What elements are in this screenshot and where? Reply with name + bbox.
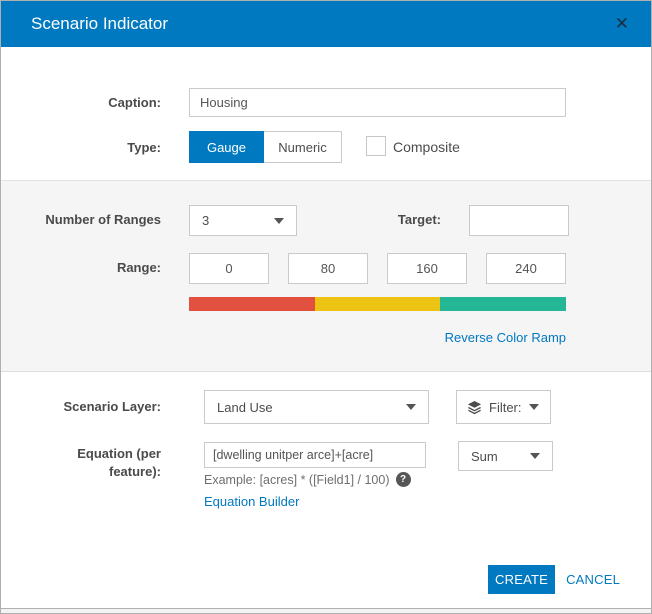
- help-icon[interactable]: ?: [396, 472, 411, 487]
- chevron-down-icon: [530, 453, 540, 459]
- range-label: Range:: [1, 260, 161, 275]
- equation-example: Example: [acres] * ([Field1] / 100) ?: [204, 472, 411, 487]
- filter-label: Filter:: [489, 400, 522, 415]
- ramp-segment-red: [189, 297, 315, 311]
- equation-builder-link[interactable]: Equation Builder: [204, 494, 299, 509]
- target-label: Target:: [281, 212, 441, 227]
- scenario-layer-value: Land Use: [217, 400, 273, 415]
- dialog-title: Scenario Indicator: [31, 1, 168, 47]
- type-toggle: Gauge Numeric: [189, 131, 342, 163]
- range-input-1[interactable]: [189, 253, 269, 284]
- ramp-segment-yellow: [315, 297, 441, 311]
- range-input-2[interactable]: [288, 253, 368, 284]
- caption-label: Caption:: [1, 95, 161, 110]
- chevron-down-icon: [529, 404, 539, 410]
- type-option-gauge[interactable]: Gauge: [189, 131, 264, 163]
- layers-icon: [467, 400, 482, 415]
- equation-label-line1: Equation (per: [77, 446, 161, 461]
- number-of-ranges-value: 3: [202, 213, 209, 228]
- reverse-color-ramp-link[interactable]: Reverse Color Ramp: [189, 330, 566, 345]
- caption-input[interactable]: [189, 88, 566, 117]
- chevron-down-icon: [406, 404, 416, 410]
- type-option-numeric[interactable]: Numeric: [264, 131, 342, 163]
- scenario-layer-dropdown[interactable]: Land Use: [204, 390, 429, 424]
- filter-button[interactable]: Filter:: [456, 390, 551, 424]
- ramp-segment-teal: [440, 297, 566, 311]
- aggregate-dropdown[interactable]: Sum: [458, 441, 553, 471]
- equation-example-text: Example: [acres] * ([Field1] / 100): [204, 473, 390, 487]
- number-of-ranges-label: Number of Ranges: [1, 212, 161, 227]
- range-input-3[interactable]: [387, 253, 467, 284]
- target-input[interactable]: [469, 205, 569, 236]
- composite-checkbox[interactable]: [366, 136, 386, 156]
- equation-input[interactable]: [204, 442, 426, 468]
- scenario-indicator-dialog: Scenario Indicator ✕ Caption: Type: Gaug…: [0, 0, 652, 614]
- equation-label-line2: feature):: [109, 464, 161, 479]
- create-button[interactable]: CREATE: [488, 565, 555, 594]
- color-ramp: [189, 297, 566, 311]
- type-label: Type:: [1, 140, 161, 155]
- range-input-4[interactable]: [486, 253, 566, 284]
- aggregate-value: Sum: [471, 449, 498, 464]
- dialog-titlebar: Scenario Indicator ✕: [1, 1, 651, 47]
- equation-label: Equation (per feature):: [1, 445, 161, 481]
- cancel-button[interactable]: CANCEL: [566, 565, 620, 594]
- scenario-layer-label: Scenario Layer:: [1, 399, 161, 414]
- composite-label[interactable]: Composite: [393, 139, 460, 155]
- close-icon[interactable]: ✕: [615, 1, 629, 47]
